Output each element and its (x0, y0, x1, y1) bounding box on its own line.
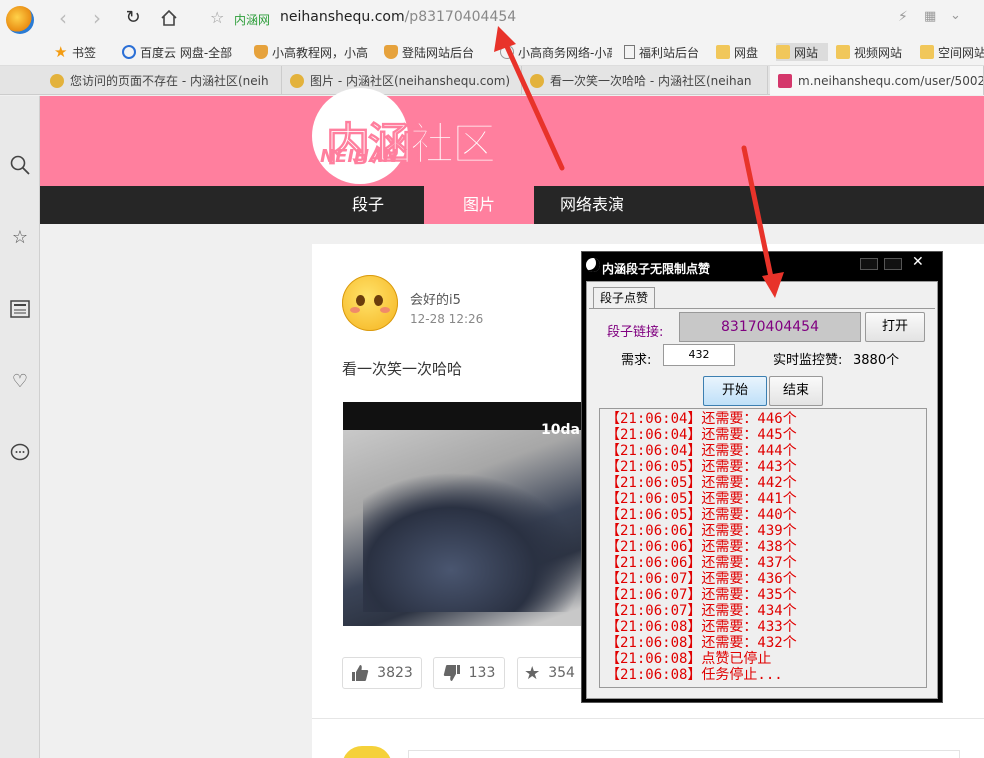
arrow-to-url (494, 26, 565, 171)
annotation-arrows (494, 26, 784, 298)
arrow-to-dialog (741, 145, 784, 298)
